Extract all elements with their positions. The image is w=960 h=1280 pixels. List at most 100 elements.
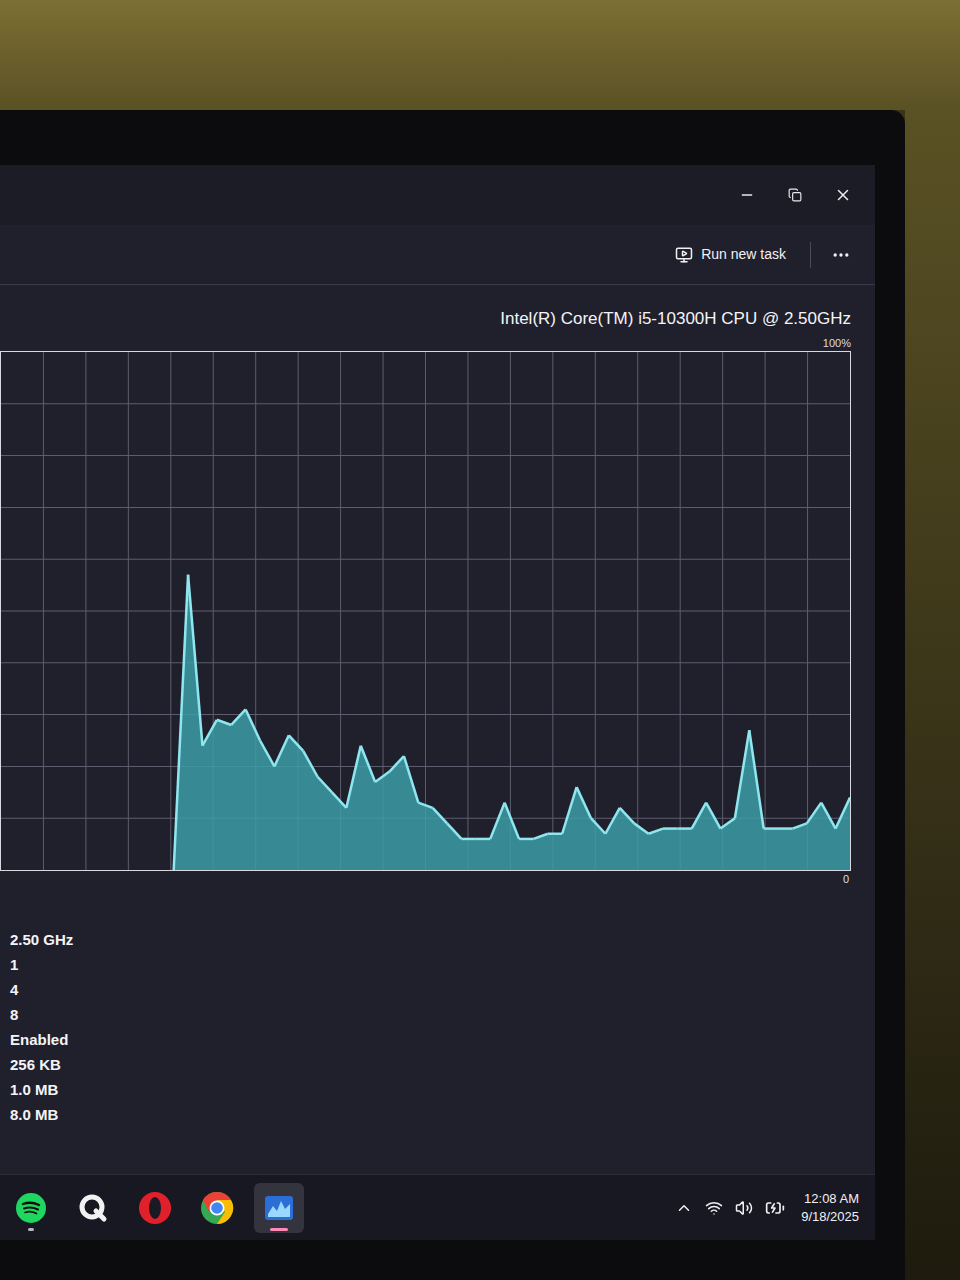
spec-value: 2.50 GHz (10, 927, 851, 952)
chrome-icon (200, 1191, 234, 1225)
taskbar-app[interactable] (6, 1183, 56, 1233)
usage-area (174, 575, 850, 870)
usage-line-segment (533, 834, 547, 839)
usage-line-segment (375, 772, 389, 782)
usage-line-segment (260, 741, 274, 767)
usage-line-segment (490, 803, 504, 839)
minimize-button[interactable] (723, 175, 771, 215)
opera-icon (138, 1191, 172, 1225)
grid-line (1, 455, 850, 456)
spec-value: 1 (10, 952, 851, 977)
usage-line-segment (749, 730, 763, 828)
minimize-icon (739, 187, 755, 203)
spotify-icon (15, 1192, 47, 1224)
usage-line-segment (418, 803, 432, 808)
usage-line-segment (677, 827, 691, 829)
usage-line-segment (562, 787, 576, 834)
spec-value: 1.0 MB (10, 1077, 851, 1102)
taskbar: 12:08 AM9/18/2025 (0, 1174, 875, 1240)
photo-frame: Run new task Intel(R) Core(TM) i5-10300H … (0, 0, 960, 1280)
time: 12:08 AM (804, 1190, 859, 1208)
usage-line-segment (303, 751, 317, 777)
restore-icon (788, 188, 802, 202)
usage-line-segment (188, 575, 202, 746)
taskbar-app[interactable] (192, 1183, 242, 1233)
usage-line-segment (433, 808, 447, 824)
more-button[interactable] (823, 237, 859, 273)
usage-line-segment (792, 823, 806, 828)
usage-line-segment (706, 803, 720, 829)
system-tray: 12:08 AM9/18/2025 (675, 1190, 859, 1226)
usage-line-segment (217, 720, 231, 725)
clock[interactable]: 12:08 AM9/18/2025 (797, 1190, 859, 1226)
usage-line-segment (577, 787, 591, 818)
restore-button[interactable] (771, 175, 819, 215)
usage-line-segment (807, 803, 821, 824)
task-manager-icon (263, 1192, 295, 1224)
active-indicator (270, 1228, 288, 1231)
spec-value: Enabled (10, 1027, 851, 1052)
running-indicator (28, 1228, 34, 1231)
spec-value: 4 (10, 977, 851, 1002)
usage-line-segment (821, 803, 835, 829)
date: 9/18/2025 (801, 1208, 859, 1226)
usage-line-segment (663, 827, 677, 829)
taskbar-app[interactable] (130, 1183, 180, 1233)
chart-min-label: 0 (0, 871, 851, 887)
toolbar-divider (810, 242, 811, 268)
grid-line (1, 403, 850, 404)
usage-line-segment (447, 823, 461, 839)
run-new-task-button[interactable]: Run new task (663, 236, 798, 273)
grid-line (1, 611, 850, 612)
q-app-icon (77, 1192, 109, 1224)
usage-line-segment (174, 575, 188, 870)
taskbar-app[interactable] (68, 1183, 118, 1233)
usage-line-segment (836, 797, 850, 828)
toolbar: Run new task (0, 225, 875, 285)
usage-line-segment (246, 709, 260, 740)
usage-line-segment (735, 730, 749, 818)
usage-line-segment (634, 823, 648, 833)
usage-line-segment (605, 808, 619, 834)
grid-line (1, 662, 850, 663)
usage-line-segment (289, 735, 303, 751)
chevron-up-icon[interactable] (675, 1199, 693, 1217)
usage-line-segment (390, 756, 404, 772)
more-icon (831, 245, 851, 265)
run-task-icon (675, 246, 693, 264)
grid-line (1, 766, 850, 767)
title-bar (0, 165, 875, 225)
usage-line-segment (649, 829, 663, 834)
chart-max-label: 100% (0, 331, 851, 351)
usage-line-segment (476, 838, 490, 840)
cpu-name: Intel(R) Core(TM) i5-10300H CPU @ 2.50GH… (0, 285, 851, 331)
usage-line-segment (778, 827, 792, 829)
spec-value: 8 (10, 1002, 851, 1027)
room-background (905, 110, 960, 1280)
usage-line-segment (591, 818, 605, 834)
usage-line-segment (692, 803, 706, 829)
usage-line-segment (505, 803, 519, 839)
close-icon (834, 186, 852, 204)
battery-icon[interactable] (765, 1198, 785, 1218)
usage-line-segment (274, 735, 288, 766)
grid-line (1, 559, 850, 560)
grid-line (1, 714, 850, 715)
close-button[interactable] (819, 175, 867, 215)
usage-line-segment (346, 746, 360, 808)
taskbar-app[interactable] (254, 1183, 304, 1233)
usage-line-segment (720, 818, 734, 828)
grid-line (1, 507, 850, 508)
specs-list: 2.50 GHz148Enabled256 KB1.0 MB8.0 MB (0, 887, 851, 1127)
wifi-icon[interactable] (705, 1199, 723, 1217)
usage-line-segment (461, 838, 475, 840)
volume-icon[interactable] (735, 1199, 753, 1217)
performance-panel: Intel(R) Core(TM) i5-10300H CPU @ 2.50GH… (0, 285, 875, 1174)
monitor: Run new task Intel(R) Core(TM) i5-10300H … (0, 110, 905, 1280)
usage-line-segment (231, 709, 245, 725)
usage-line-segment (404, 756, 418, 803)
usage-line-segment (620, 808, 634, 824)
room-background (0, 0, 960, 110)
usage-line-segment (764, 827, 778, 829)
usage-line-segment (361, 746, 375, 782)
